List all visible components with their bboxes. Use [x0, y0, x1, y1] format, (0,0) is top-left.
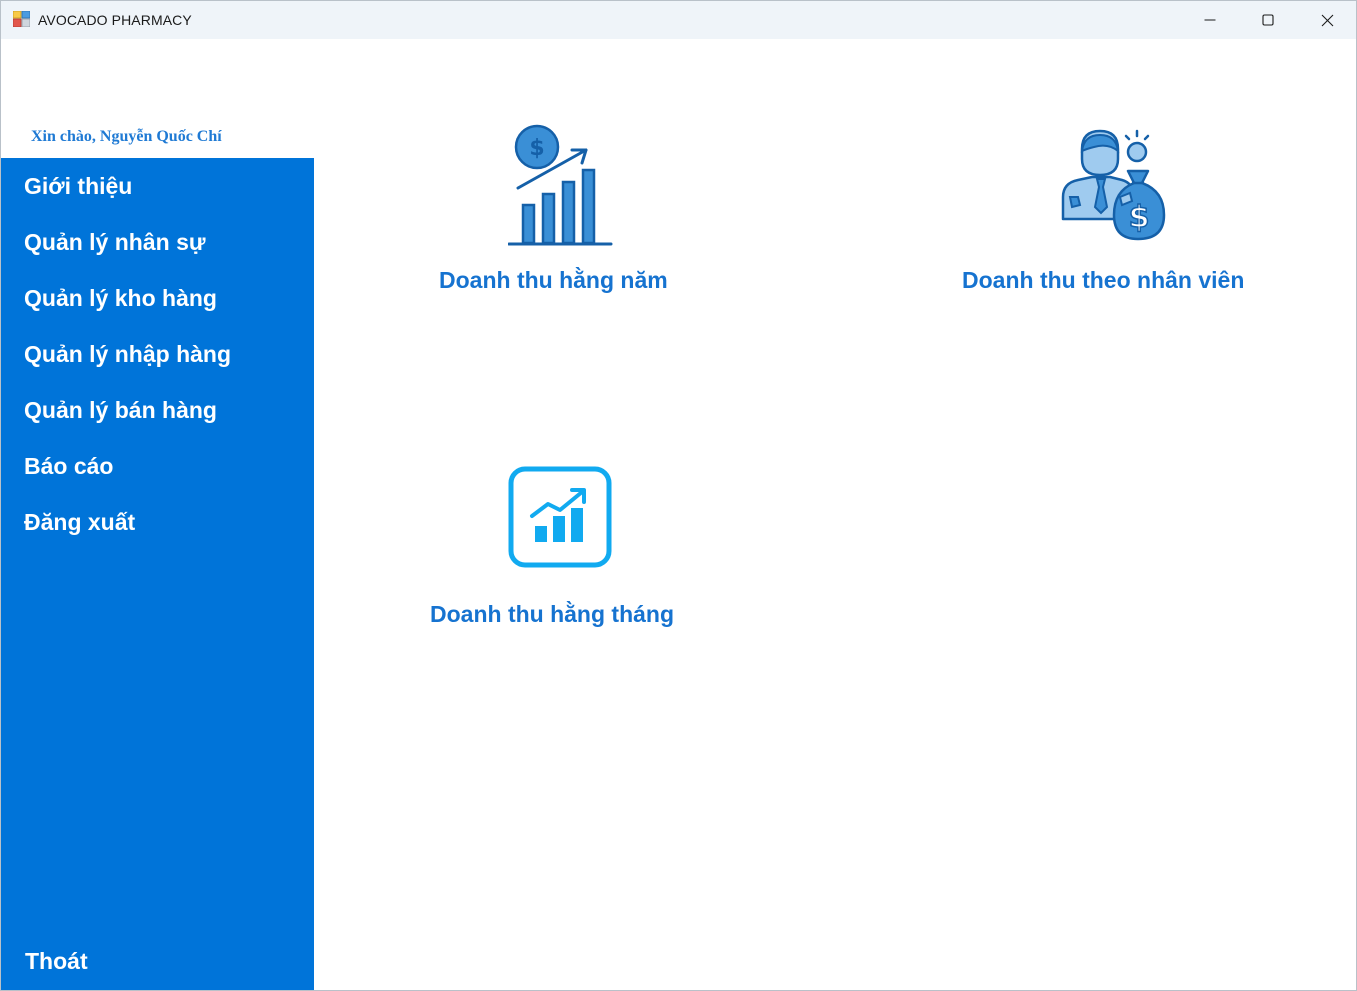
svg-text:$: $: [1129, 200, 1150, 235]
sidebar-item-quan-ly-nhap-hang[interactable]: Quản lý nhập hàng: [24, 341, 231, 368]
close-icon: [1321, 14, 1333, 26]
minimize-icon: [1204, 19, 1216, 21]
sidebar-item-dang-xuat[interactable]: Đăng xuất: [24, 509, 135, 536]
monthly-revenue-tile[interactable]: Doanh thu hằng tháng: [421, 461, 701, 641]
employee-revenue-tile[interactable]: $ Doanh thu theo nhân viên: [956, 119, 1276, 304]
sidebar-item-bao-cao[interactable]: Báo cáo: [24, 453, 113, 480]
maximize-button[interactable]: [1239, 1, 1297, 39]
close-button[interactable]: [1298, 1, 1356, 39]
sidebar-item-quan-ly-kho-hang[interactable]: Quản lý kho hàng: [24, 285, 217, 312]
sidebar: Giới thiệu Quản lý nhân sự Quản lý kho h…: [1, 158, 314, 990]
minimize-button[interactable]: [1181, 1, 1239, 39]
monthly-revenue-chart-icon: [508, 466, 612, 568]
exit-button[interactable]: Thoát: [25, 948, 88, 975]
maximize-icon: [1262, 14, 1274, 26]
app-icon: [13, 11, 30, 27]
employee-revenue-label: Doanh thu theo nhân viên: [962, 267, 1245, 293]
sidebar-item-quan-ly-nhan-su[interactable]: Quản lý nhân sự: [24, 229, 206, 256]
sidebar-item-quan-ly-ban-hang[interactable]: Quản lý bán hàng: [24, 397, 217, 424]
annual-revenue-label: Doanh thu hằng năm: [439, 267, 668, 293]
window-title: AVOCADO PHARMACY: [38, 12, 192, 28]
employee-revenue-icon: $: [1061, 129, 1166, 241]
sidebar-item-gioi-thieu[interactable]: Giới thiệu: [24, 173, 132, 200]
app-window: AVOCADO PHARMACY Xin chào, Nguyễn Quốc C…: [0, 0, 1357, 991]
annual-revenue-chart-icon: $: [508, 124, 613, 246]
title-bar[interactable]: AVOCADO PHARMACY: [1, 1, 1356, 39]
svg-text:$: $: [529, 136, 544, 161]
annual-revenue-tile[interactable]: $ Doanh thu hằng năm: [431, 119, 691, 304]
greeting-label: Xin chào, Nguyễn Quốc Chí: [31, 128, 222, 145]
monthly-revenue-label: Doanh thu hằng tháng: [430, 601, 675, 627]
